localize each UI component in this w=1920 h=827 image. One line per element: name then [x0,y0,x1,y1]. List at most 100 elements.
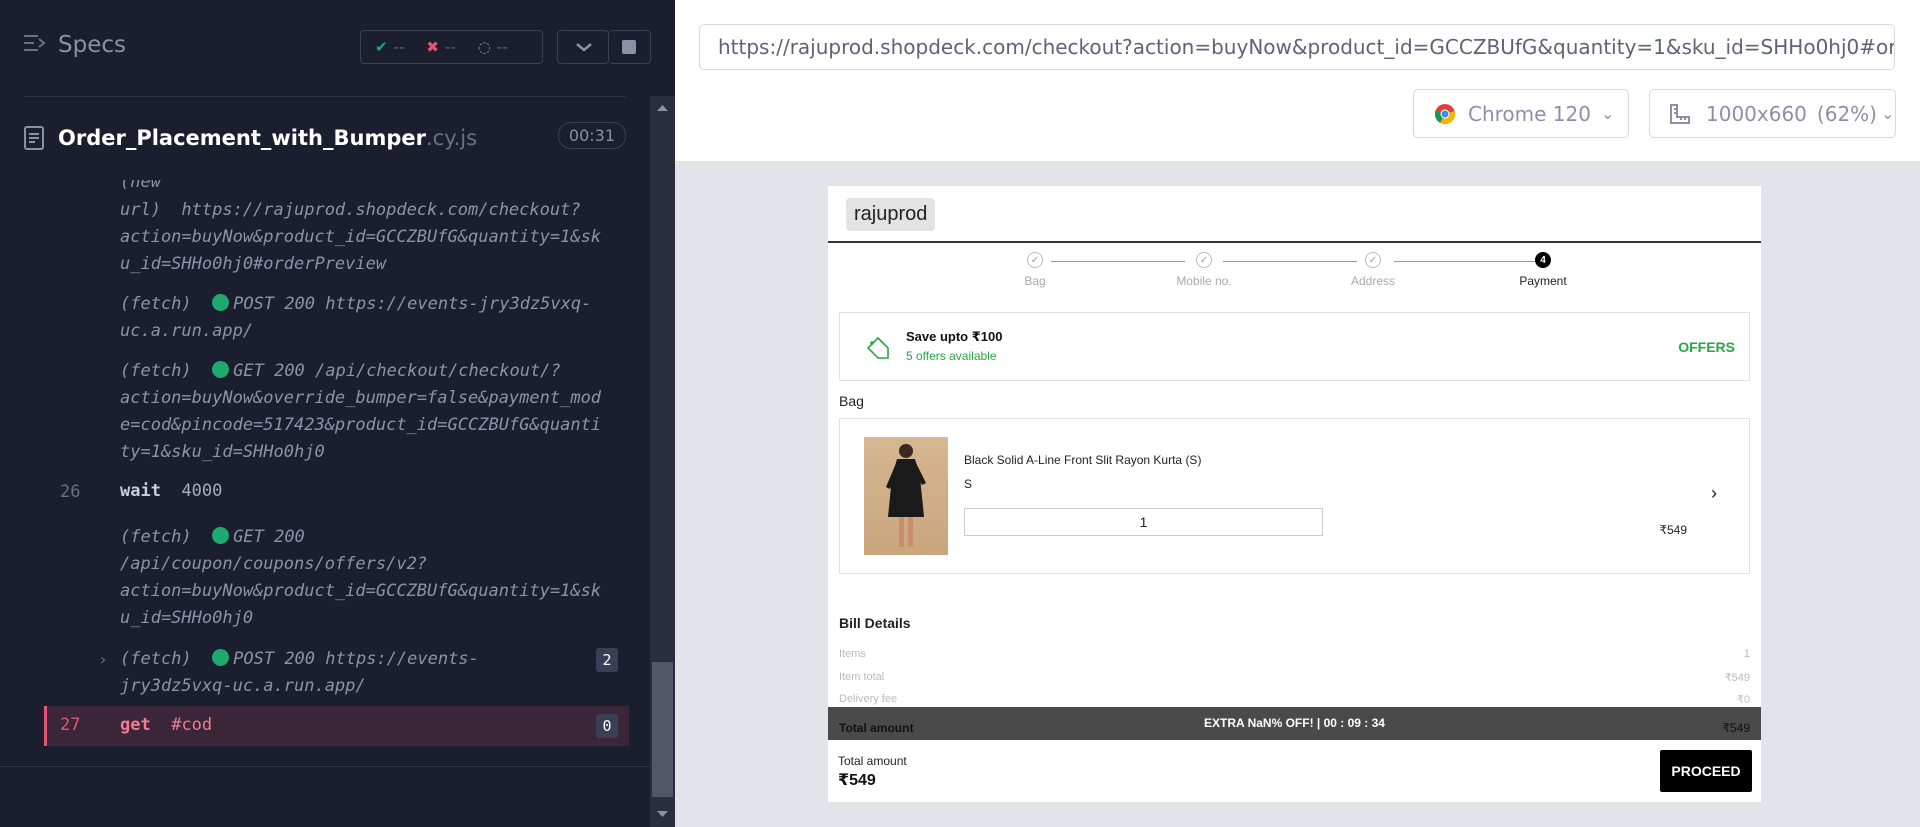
viewport-size: 1000x660 [1706,101,1807,126]
spec-file-row[interactable]: Order_Placement_with_Bumper .cy.js 00:31 [24,118,626,158]
log-scrollbar-thumb[interactable] [652,662,673,797]
fetch-log-item[interactable]: (fetch) GET 200 [120,523,620,551]
product-name[interactable]: Black Solid A-Line Front Slit Rayon Kurt… [964,453,1201,467]
ruler-icon [1670,103,1690,124]
offer-timer-banner: EXTRA NaN% OFF! | 00 : 09 : 34 Total amo… [828,707,1761,740]
product-size: S [964,477,973,491]
status-dot-icon [212,527,230,544]
footer-total-label: Total amount [838,754,907,768]
viewport-zoom: (62%) [1816,101,1877,126]
command-number: 27 [60,715,81,735]
product-price: ₹549 [1659,523,1687,537]
bag-label: Bag [839,393,864,409]
offers-link[interactable]: OFFERS [1678,339,1735,355]
command-wait[interactable]: wait 4000 [120,477,620,505]
app-preview: https://rajuprod.shopdeck.com/checkout?a… [675,0,1920,827]
spec-file-ext: .cy.js [425,126,478,150]
chrome-icon [1434,103,1456,124]
specs-toggle[interactable]: Specs [24,32,126,58]
chevron-down-icon: ⌄ [1880,104,1895,123]
chevron-right-icon[interactable]: › [1711,483,1717,504]
visit-log-line: url) https://rajuprod.shopdeck.com/check… [120,200,581,220]
fetch-log-item[interactable]: (fetch) GET 200 /api/checkout/checkout/? [120,357,620,385]
checkout-page: rajuprod ✓ Bag ✓ Mobile no. ✓ Address 4 Paym… [828,186,1761,802]
banner-text: EXTRA NaN% OFF! | 00 : 09 : 34 [1204,716,1385,730]
offer-subtitle: 5 offers available [906,349,997,363]
passed-stat: ✔ -- [375,38,405,56]
visit-log-line: (new [120,180,161,192]
check-icon: ✓ [1196,252,1212,268]
document-icon [24,126,44,150]
fetch-log-line: u_id=SHHo0hj0 [120,608,254,628]
tag-icon [866,336,889,359]
spec-file-name: Order_Placement_with_Bumper [58,126,426,150]
visit-log-line: u_id=SHHo0hj0#orderPreview [120,254,387,274]
scroll-up-icon[interactable] [652,100,673,114]
bill-row: Delivery fee ₹0 [839,693,1750,706]
specs-label: Specs [58,32,126,58]
check-icon: ✓ [1365,252,1381,268]
bill-row: Item total ₹549 [839,671,1750,684]
offers-card[interactable]: Save upto ₹100 5 offers available OFFERS [839,312,1750,381]
collapse-button[interactable] [557,30,609,64]
fetch-log-item[interactable]: (fetch) POST 200 https://events-jry3dz5v… [120,290,620,318]
menu-icon [24,32,58,58]
step-number: 4 [1535,252,1551,268]
status-dot-icon [212,294,230,311]
status-dot-icon [212,649,230,666]
check-icon: ✔ [375,38,388,56]
bill-total-value: ₹549 [1722,721,1750,735]
preview-toolbar: https://rajuprod.shopdeck.com/checkout?a… [675,0,1920,161]
step-payment[interactable]: 4 Payment [1503,252,1583,288]
status-dot-icon [212,361,230,378]
test-stats: ✔ -- ✖ -- ◌ -- [360,30,543,64]
log-divider [0,766,651,767]
command-get[interactable]: get #cod [120,711,620,739]
bill-row: Items 1 [839,648,1750,660]
count-badge: 2 [596,648,618,672]
quantity-field[interactable]: 1 [964,508,1323,536]
fetch-log-line: uc.a.run.app/ [120,321,254,341]
command-log-panel: Specs ✔ -- ✖ -- ◌ -- Order_Placement_with_B… [0,0,675,827]
fetch-log-line: /api/coupon/coupons/offers/v2? [120,554,428,574]
command-log: (new url) https://rajuprod.shopdeck.com/… [0,180,626,747]
fetch-log-line: action=buyNow&override_bumper=false&paym… [120,388,602,408]
duration-badge: 00:31 [557,122,626,149]
product-card[interactable]: Black Solid A-Line Front Slit Rayon Kurt… [839,418,1750,574]
x-icon: ✖ [426,38,439,56]
browser-name: Chrome 120 [1468,101,1591,126]
proceed-button[interactable]: PROCEED [1660,750,1752,792]
url-bar[interactable]: https://rajuprod.shopdeck.com/checkout?a… [699,24,1895,70]
spinner-icon: ◌ [477,38,491,56]
chevron-down-icon [576,43,592,52]
count-badge: 0 [596,714,618,738]
step-mobile[interactable]: ✓ Mobile no. [1164,252,1244,288]
fetch-log-line: ty=1&sku_id=SHHo0hj0 [120,442,325,462]
stop-button[interactable] [609,30,651,64]
fetch-log-line: action=buyNow&product_id=GCCZBUfG&quanti… [120,581,602,601]
footer-total-value: ₹549 [838,772,876,789]
command-number: 26 [60,482,81,502]
bill-total-label: Total amount [839,721,914,735]
chevron-right-icon[interactable]: › [98,650,108,669]
fetch-log-item[interactable]: (fetch) POST 200 https://events- [120,645,620,673]
product-image[interactable] [864,437,948,555]
browser-selector[interactable]: Chrome 120 ⌄ [1413,89,1629,138]
step-bag[interactable]: ✓ Bag [995,252,1075,288]
header-divider [828,241,1761,243]
failed-stat: ✖ -- [426,38,456,56]
checkout-footer: Total amount ₹549 PROCEED [828,740,1761,802]
scroll-down-icon[interactable] [652,806,673,820]
pending-stat: ◌ -- [477,38,508,56]
header-divider [24,96,626,97]
chevron-down-icon: ⌄ [1600,104,1615,123]
fetch-log-line: e=cod&pincode=517423&product_id=GCCZBUfG… [120,415,602,435]
specs-header: Specs ✔ -- ✖ -- ◌ -- [0,0,675,98]
store-brand[interactable]: rajuprod [846,198,936,231]
stop-icon [622,40,636,54]
offer-title: Save upto ₹100 [906,329,1003,344]
visit-log-line: action=buyNow&product_id=GCCZBUfG&quanti… [120,227,602,247]
step-address[interactable]: ✓ Address [1333,252,1413,288]
viewport-selector[interactable]: 1000x660 (62%) ⌄ [1649,89,1896,138]
check-icon: ✓ [1027,252,1043,268]
